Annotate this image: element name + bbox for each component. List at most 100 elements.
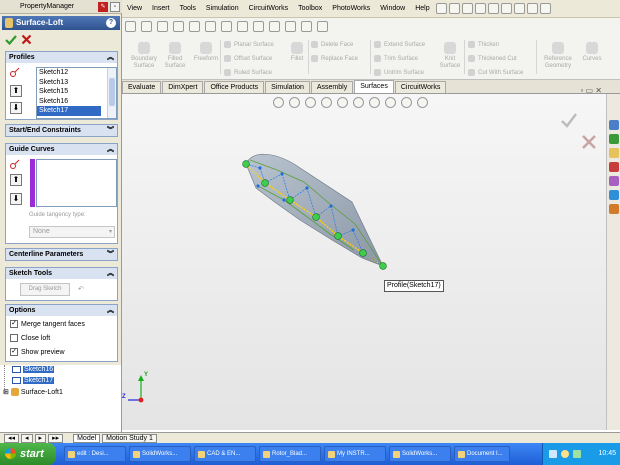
- menu-insert[interactable]: Insert: [147, 5, 175, 12]
- rebuild-icon[interactable]: [526, 3, 538, 14]
- reference-geometry-button[interactable]: Reference Geometry: [538, 42, 578, 70]
- collapse-chevron-icon[interactable]: ︽: [107, 52, 114, 63]
- help-icon[interactable]: ?: [106, 18, 116, 28]
- curves-button[interactable]: Curves: [578, 42, 606, 63]
- expand-chevron-icon[interactable]: ︾: [107, 249, 114, 260]
- tab-circuitworks[interactable]: CircuitWorks: [394, 81, 447, 93]
- delete-face-button[interactable]: Delete Face: [311, 41, 353, 48]
- drag-sketch-button[interactable]: Drag Sketch: [20, 283, 70, 296]
- apply-scene-icon[interactable]: [401, 97, 412, 108]
- pushpin-icon[interactable]: [435, 3, 447, 14]
- knit-surface-button[interactable]: Knit Surface: [438, 42, 462, 70]
- tab-simulation[interactable]: Simulation: [265, 81, 310, 93]
- zoom-to-area-icon[interactable]: [289, 97, 300, 108]
- previous-view-icon[interactable]: [305, 97, 316, 108]
- untrim-surface-button[interactable]: Untrim Surface: [374, 69, 424, 76]
- first-tab-icon[interactable]: ◂◂: [4, 433, 20, 443]
- list-item[interactable]: Sketch15: [37, 87, 101, 97]
- menu-help[interactable]: Help: [410, 5, 434, 12]
- centerline-parameters-header[interactable]: Centerline Parameters ︾: [6, 249, 117, 260]
- profiles-list[interactable]: Sketch12 Sketch13 Sketch15 Sketch16 Sket…: [36, 67, 117, 119]
- close-loft-checkbox[interactable]: [10, 334, 18, 342]
- edit-appearance-icon[interactable]: [385, 97, 396, 108]
- resources-icon[interactable]: [609, 120, 619, 130]
- confirm-ok-icon[interactable]: [560, 112, 578, 128]
- open-icon[interactable]: [461, 3, 473, 14]
- tree-item-sketch17[interactable]: Sketch17: [12, 377, 55, 384]
- appearances-icon[interactable]: [609, 190, 619, 200]
- boundary-surface-button[interactable]: Boundary Surface: [126, 42, 162, 70]
- collapse-chevron-icon[interactable]: ︽: [107, 144, 114, 155]
- rotate-icon[interactable]: [189, 21, 200, 32]
- pm-pushpin-icon[interactable]: ✎: [98, 2, 108, 12]
- show-preview-option[interactable]: ✓ Show preview: [10, 348, 65, 356]
- prev-tab-icon[interactable]: ◂: [21, 433, 33, 443]
- move-down-button[interactable]: ⬇: [10, 102, 22, 114]
- view-orientation-icon[interactable]: [237, 21, 248, 32]
- save-icon[interactable]: [474, 3, 486, 14]
- pan-icon[interactable]: [205, 21, 216, 32]
- menu-photoworks[interactable]: PhotoWorks: [327, 5, 375, 12]
- display-style-icon[interactable]: [253, 21, 264, 32]
- sketch-tool-icon[interactable]: [125, 21, 136, 32]
- next-tab-icon[interactable]: ▸: [34, 433, 47, 443]
- section-view-icon[interactable]: [321, 97, 332, 108]
- menu-tools[interactable]: Tools: [175, 5, 201, 12]
- centerline-parameters-section[interactable]: Centerline Parameters ︾: [5, 248, 118, 261]
- tab-model[interactable]: Model: [73, 433, 101, 443]
- tree-item-sketch16[interactable]: Sketch16: [12, 366, 55, 373]
- view-settings-icon[interactable]: [417, 97, 428, 108]
- sketch-tools-header[interactable]: Sketch Tools ︽: [6, 268, 117, 279]
- replace-face-button[interactable]: Replace Face: [311, 55, 358, 62]
- menu-window[interactable]: Window: [375, 5, 410, 12]
- taskbar-item[interactable]: Rotor_Blad...: [259, 446, 321, 462]
- menu-toolbox[interactable]: Toolbox: [293, 5, 327, 12]
- move-up-button[interactable]: ⬆: [10, 85, 22, 97]
- custom-properties-icon[interactable]: [609, 204, 619, 214]
- graphics-area[interactable]: ▫ ▭ ✕ Profile(Sketch17) Y Z: [122, 86, 606, 430]
- guide-curves-list[interactable]: [36, 159, 117, 207]
- scrollbar-thumb[interactable]: [109, 78, 115, 106]
- guide-move-up-button[interactable]: ⬆: [10, 174, 22, 186]
- expand-chevron-icon[interactable]: ︾: [107, 125, 114, 136]
- section-icon[interactable]: [221, 21, 232, 32]
- taskbar-item[interactable]: SolidWorks...: [389, 446, 451, 462]
- cut-with-surface-button[interactable]: Cut With Surface: [468, 69, 523, 76]
- tab-motion-study[interactable]: Motion Study 1: [102, 433, 157, 443]
- merge-tangent-faces-option[interactable]: ✓ Merge tangent faces: [10, 320, 85, 328]
- tab-surfaces[interactable]: Surfaces: [354, 80, 394, 93]
- extend-surface-button[interactable]: Extend Surface: [374, 41, 425, 48]
- expand-plus-icon[interactable]: ⊞: [3, 388, 9, 396]
- confirm-cancel-icon[interactable]: [581, 134, 597, 150]
- taskbar-item[interactable]: Document I...: [454, 446, 510, 462]
- new-document-icon[interactable]: [448, 3, 460, 14]
- cancel-x-icon[interactable]: [21, 34, 32, 45]
- volume-icon[interactable]: [561, 450, 569, 458]
- zoom-icon[interactable]: [317, 21, 328, 32]
- guide-tangency-select[interactable]: None ▾: [29, 226, 115, 238]
- list-item-selected[interactable]: Sketch17: [37, 106, 101, 116]
- freeform-button[interactable]: Freeform: [190, 42, 222, 63]
- filled-surface-button[interactable]: Filled Surface: [158, 42, 192, 70]
- pm-close-icon[interactable]: ▫: [110, 2, 120, 12]
- file-explorer-icon[interactable]: [609, 148, 619, 158]
- design-library-icon[interactable]: [609, 134, 619, 144]
- view-palette-icon[interactable]: [609, 176, 619, 186]
- taskbar-item[interactable]: My INSTR...: [324, 446, 386, 462]
- hide-show-icon[interactable]: [269, 21, 280, 32]
- hide-show-items-icon[interactable]: [369, 97, 380, 108]
- thicken-button[interactable]: Thicken: [468, 41, 499, 48]
- list-item[interactable]: Sketch16: [37, 97, 101, 107]
- tab-dimxpert[interactable]: DimXpert: [162, 81, 204, 93]
- tab-evaluate[interactable]: Evaluate: [122, 81, 162, 93]
- smart-dimension-icon[interactable]: [141, 21, 152, 32]
- menu-circuitworks[interactable]: CircuitWorks: [244, 5, 294, 12]
- tab-assembly[interactable]: Assembly: [310, 81, 354, 93]
- edit-appearance-icon[interactable]: [285, 21, 296, 32]
- menu-simulation[interactable]: Simulation: [201, 5, 244, 12]
- taskbar-item[interactable]: CAD & EN...: [194, 446, 256, 462]
- options-icon[interactable]: [539, 3, 551, 14]
- guide-move-down-button[interactable]: ⬇: [10, 193, 22, 205]
- zoom-to-fit-icon[interactable]: [273, 97, 284, 108]
- guide-curves-header[interactable]: Guide Curves ︽: [6, 144, 117, 155]
